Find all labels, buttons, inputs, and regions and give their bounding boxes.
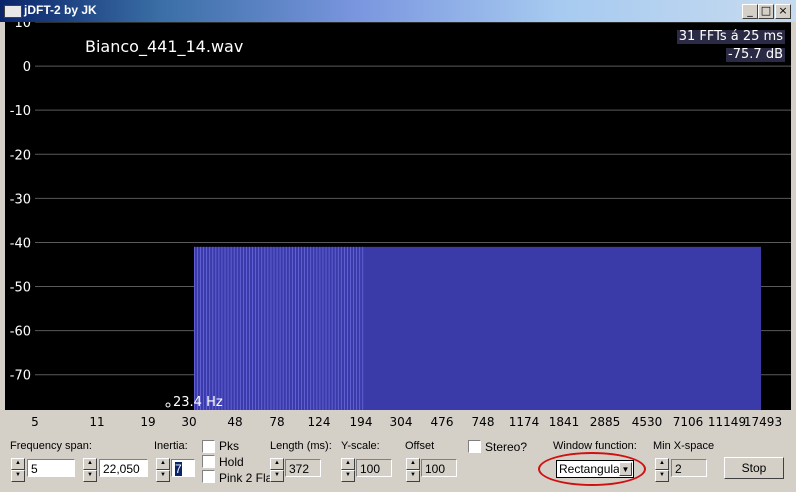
yscale-field[interactable]: 100 [356, 459, 392, 477]
x-tick-label: 1174 [509, 415, 540, 429]
yscale-spinner[interactable]: ▲ ▼ [341, 458, 355, 482]
x-tick-label: 48 [227, 415, 242, 429]
pink-label: Pink 2 Flat [219, 471, 276, 485]
offset-spinner[interactable]: ▲ ▼ [406, 458, 420, 482]
freq-max-field[interactable]: 22,050 [99, 459, 148, 477]
yscale-label: Y-scale: [341, 440, 380, 452]
x-tick-label: 30 [181, 415, 196, 429]
length-field[interactable]: 372 [285, 459, 321, 477]
y-tick-label: 10 [14, 22, 31, 31]
window-function-label: Window function: [553, 440, 637, 452]
x-axis: 5 11 19 30 48 78 124 194 304 476 748 1174 1841 2885 45… [31, 415, 782, 429]
y-tick-label: -50 [10, 281, 31, 296]
y-tick-label: -60 [10, 325, 31, 340]
freq-span-label: Frequency span: [10, 440, 92, 452]
file-name: Bianco_441_14.wav [85, 37, 244, 56]
min-xspace-spinner[interactable]: ▲ ▼ [655, 458, 669, 482]
x-tick-label: 304 [390, 415, 413, 429]
title-bar: jDFT-2 by JK _ □ × [0, 0, 796, 22]
y-tick-label: -30 [10, 192, 31, 207]
x-tick-label: 124 [308, 415, 331, 429]
stop-button[interactable]: Stop [724, 457, 784, 479]
length-spinner[interactable]: ▲ ▼ [270, 458, 284, 482]
x-tick-label: 19 [140, 415, 155, 429]
min-xspace-field[interactable]: 2 [671, 459, 707, 477]
y-tick-label: -70 [10, 369, 31, 384]
x-tick-label: 78 [269, 415, 284, 429]
window-title: jDFT-2 by JK [24, 3, 97, 17]
length-label: Length (ms): [270, 440, 332, 452]
freq-min-field[interactable]: 5 [27, 459, 75, 477]
x-tick-label: 5 [31, 415, 39, 429]
stereo-checkbox[interactable] [468, 440, 481, 453]
minimize-button[interactable]: _ [742, 4, 758, 19]
x-tick-label: 11149 [708, 415, 746, 429]
inertia-value: 7 [175, 462, 182, 476]
level-readout: -75.7 dB [726, 47, 785, 62]
spectrum-plot[interactable]: 10 0 -10 -20 -30 -40 -50 -60 -70 23.4 Hz Bianco_4… [5, 22, 791, 410]
x-tick-label: 4530 [632, 415, 663, 429]
offset-field[interactable]: 100 [421, 459, 457, 477]
stereo-label: Stereo? [485, 440, 528, 454]
cursor-marker [165, 402, 171, 408]
min-xspace-label: Min X-space [653, 440, 715, 452]
x-tick-label: 1841 [549, 415, 580, 429]
cursor-frequency: 23.4 Hz [173, 395, 223, 410]
x-tick-label: 17493 [744, 415, 782, 429]
y-tick-label: -10 [10, 104, 31, 119]
highlight-ellipse [538, 452, 646, 486]
y-tick-label: -40 [10, 236, 31, 251]
x-tick-label: 2885 [590, 415, 621, 429]
close-button[interactable]: × [775, 4, 791, 19]
maximize-button[interactable]: □ [758, 4, 774, 19]
y-tick-label: 0 [23, 60, 31, 75]
x-tick-label: 7106 [673, 415, 704, 429]
x-tick-label: 748 [472, 415, 495, 429]
hold-checkbox[interactable] [202, 455, 215, 468]
y-tick-label: -20 [10, 148, 31, 163]
offset-label: Offset [405, 440, 435, 452]
fft-info: 31 FFTs á 25 ms [676, 29, 785, 44]
hold-label: Hold [219, 455, 244, 469]
pink-checkbox[interactable] [202, 470, 215, 483]
x-tick-label: 194 [350, 415, 373, 429]
inertia-label: Inertia: [154, 440, 188, 452]
inertia-spinner[interactable]: ▲ ▼ [156, 458, 170, 482]
spectrum-svg: 10 0 -10 -20 -30 -40 -50 -60 -70 23.4 Hz [10, 22, 791, 410]
fft-info-box: 31 FFTs á 25 ms -75.7 dB [676, 27, 785, 63]
app-icon [4, 5, 22, 18]
pks-checkbox[interactable] [202, 440, 215, 453]
spectrum-bar [194, 246, 761, 410]
x-tick-label: 11 [89, 415, 104, 429]
pks-label: Pks [219, 439, 240, 453]
x-tick-label: 476 [431, 415, 454, 429]
freq-min-spinner[interactable]: ▲ ▼ [11, 458, 25, 482]
inertia-field[interactable]: 7 [171, 459, 195, 477]
freq-max-spinner[interactable]: ▲ ▼ [83, 458, 97, 482]
